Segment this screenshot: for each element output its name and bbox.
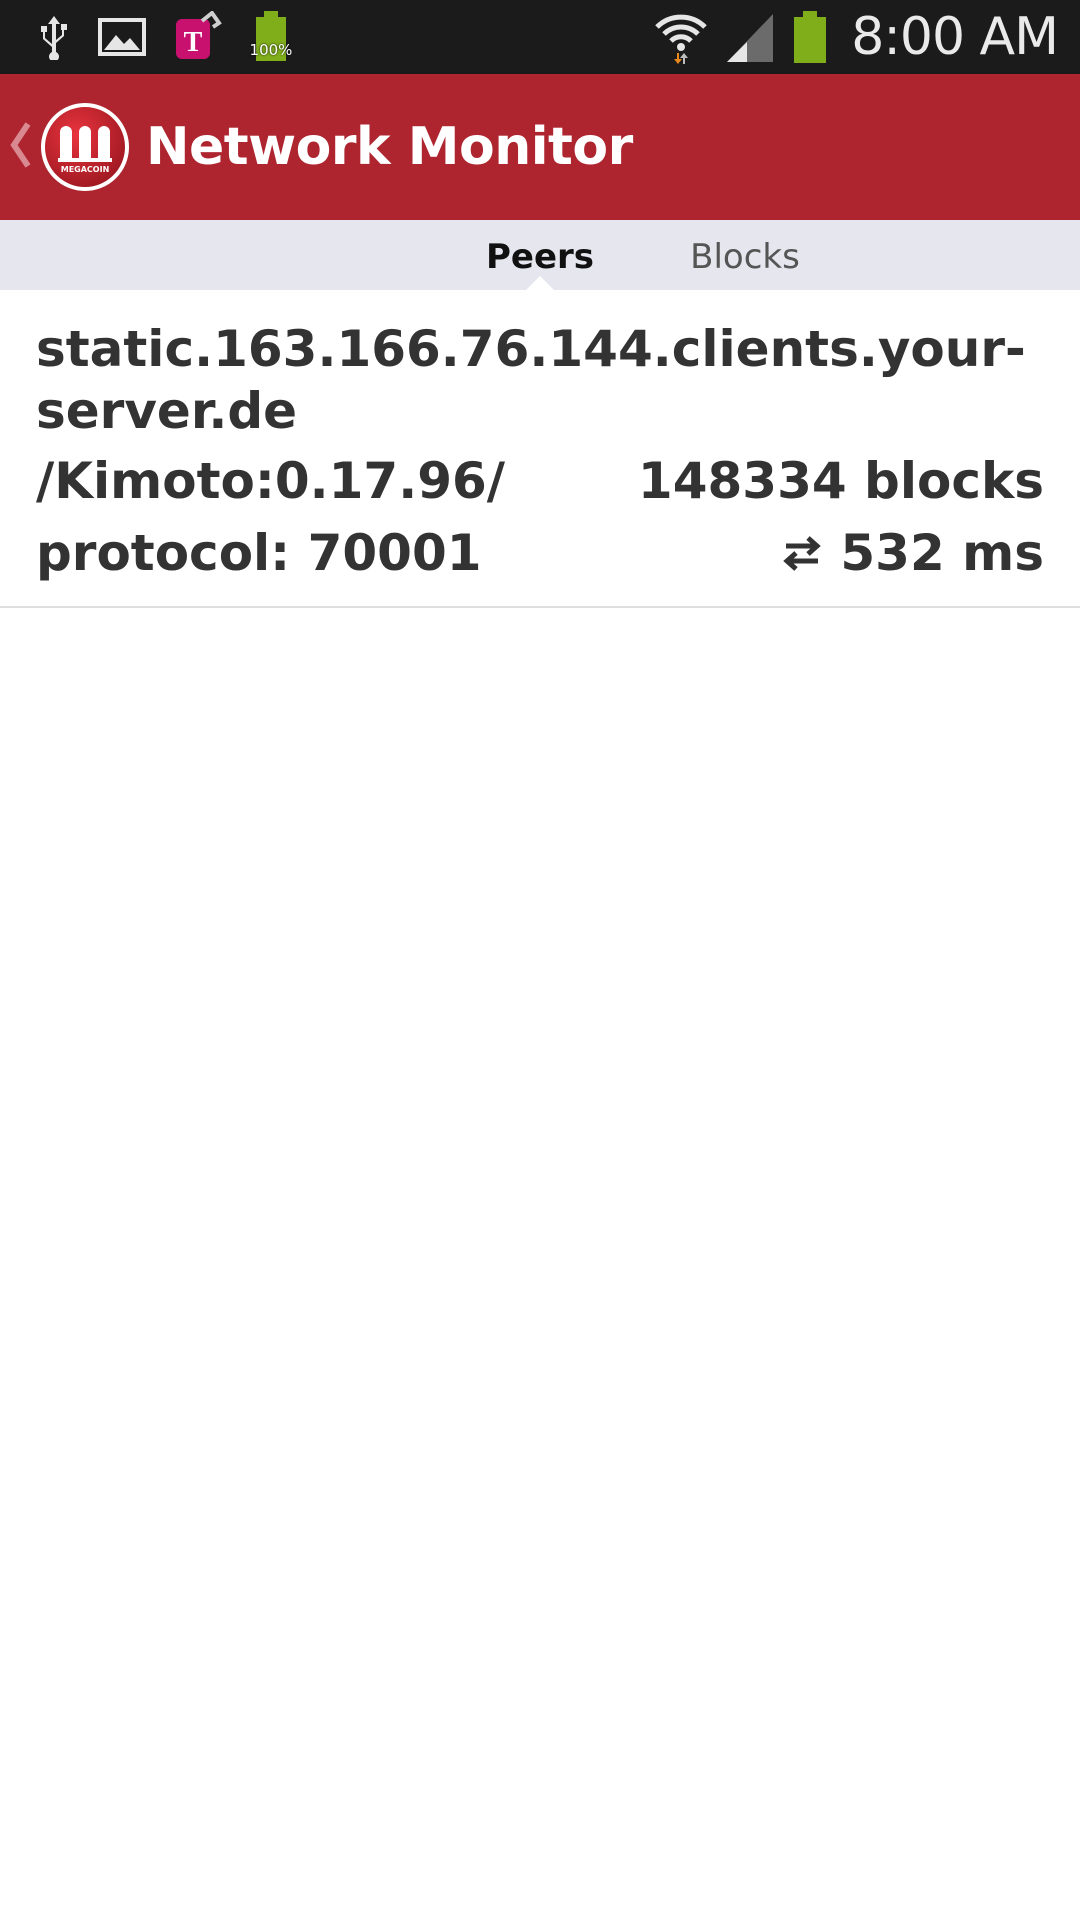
peer-host: static.163.166.76.144.clients.your-serve… [36, 320, 1026, 440]
status-clock: 8:00 AM [851, 7, 1059, 67]
peer-list-item[interactable]: static.163.166.76.144.clients.your-serve… [0, 290, 1080, 608]
peer-version: /Kimoto:0.17.96/ [36, 452, 506, 510]
wifi-icon [655, 14, 708, 64]
tab-blocks[interactable]: Blocks [675, 220, 815, 290]
status-bar: T 100% 8:00 AM [0, 0, 1080, 74]
battery-icon [794, 11, 827, 63]
selected-tab-indicator [526, 276, 554, 290]
peer-ping: 532 ms [782, 522, 1044, 584]
app-title: Network Monitor [146, 117, 633, 177]
megacoin-logo-icon[interactable]: MEGACOIN [40, 102, 130, 192]
svg-text:T: T [184, 27, 203, 58]
tmobile-icon: T [176, 11, 222, 59]
peer-list: static.163.166.76.144.clients.your-serve… [0, 290, 1080, 608]
exchange-arrows-icon [783, 536, 822, 571]
notification-icons: T 100% [36, 0, 294, 74]
signal-icon [727, 14, 774, 62]
image-icon [98, 18, 146, 56]
action-bar: MEGACOIN Network Monitor [0, 74, 1080, 220]
usb-icon [41, 16, 67, 60]
battery-widget: 100% [248, 9, 294, 65]
logo-wordmark: MEGACOIN [61, 165, 110, 174]
system-icons: 8:00 AM [653, 0, 1059, 74]
peer-ping-value: 532 ms [840, 524, 1044, 582]
chevron-left-icon[interactable] [8, 120, 32, 170]
battery-widget-label: 100% [249, 41, 293, 59]
peer-block-height: 148334 blocks [637, 452, 1044, 510]
peer-protocol: protocol: 70001 [36, 524, 482, 582]
